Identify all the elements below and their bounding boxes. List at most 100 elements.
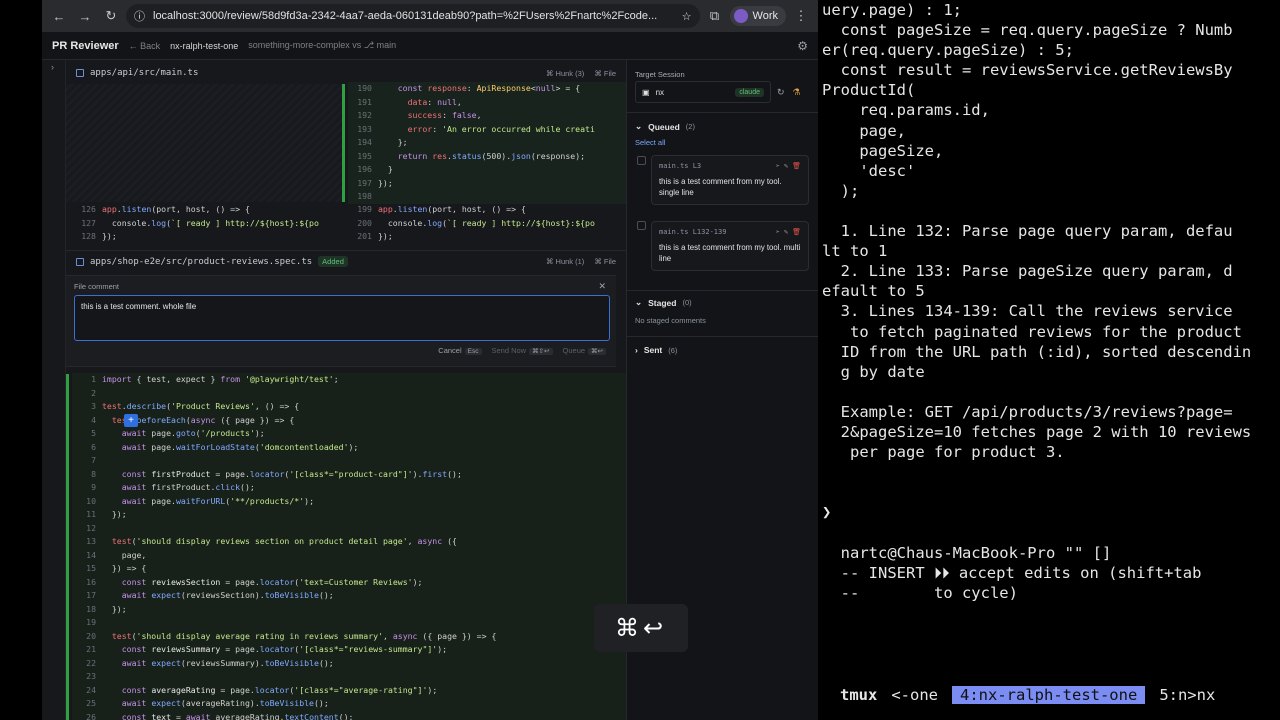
comment-text: this is a test comment from my tool. sin… (659, 177, 782, 197)
tmux-window-next[interactable]: 5:n>nx (1159, 686, 1215, 704)
session-tag: claude (735, 87, 764, 97)
queue-checkbox[interactable] (637, 221, 646, 230)
comment-label: File comment (74, 282, 120, 291)
file-path: apps/shop-e2e/src/product-reviews.spec.t… (90, 256, 313, 267)
file-icon (76, 257, 84, 266)
close-icon[interactable]: ✕ (598, 281, 606, 292)
terminal-line: 1. Line 132: Parse page query param, def… (822, 222, 1233, 241)
terminal-line: to fetch paginated reviews for the produ… (822, 322, 1242, 341)
sent-header[interactable]: › Sent (6) (635, 345, 677, 355)
compare-label: something-more-complex vs ⎇ main (248, 40, 397, 50)
terminal-line: efault to 5 (822, 282, 925, 301)
browser-window: ← → ↻ ⓘ localhost:3000/review/58d9fd3a-2… (42, 0, 818, 720)
forward-arrow-icon[interactable]: → (74, 5, 96, 27)
terminal-line: const pageSize = req.query.pageSize ? Nu… (822, 21, 1233, 40)
queue-checkbox[interactable] (637, 156, 646, 165)
file-icon (76, 69, 84, 77)
terminal[interactable]: uery.page) : 1; const pageSize = req.que… (818, 0, 1280, 720)
added-badge: Added (318, 256, 348, 267)
chevron-down-icon: ⌄ (635, 297, 643, 307)
hunk-button[interactable]: ⌘ Hunk (1) (546, 257, 584, 266)
hunk-button[interactable]: ⌘ Hunk (3) (546, 69, 584, 78)
edit-icon[interactable]: ✎ (784, 162, 788, 170)
file-comment-button[interactable]: ⌘ File (594, 257, 616, 266)
tmux-window-active[interactable]: 4:nx-ralph-test-one (952, 686, 1146, 704)
terminal-line: 2. Line 133: Parse pageSize query param,… (822, 262, 1233, 281)
back-arrow-icon[interactable]: ← (48, 5, 70, 27)
staged-header[interactable]: ⌄ Staged (0) (635, 297, 692, 308)
browser-toolbar: ← → ↻ ⓘ localhost:3000/review/58d9fd3a-2… (42, 0, 818, 32)
select-all-link[interactable]: Select all (635, 138, 665, 147)
added-marker (66, 374, 69, 720)
terminal-line: ); (822, 181, 860, 200)
branch-name: nx-ralph-test-one (170, 40, 239, 51)
file-comment-button[interactable]: ⌘ File (594, 69, 616, 78)
queue-button[interactable]: Queue ⌘↩ (563, 346, 606, 355)
terminal-line: lt to 1 (822, 242, 888, 261)
reload-icon[interactable]: ↻ (100, 5, 122, 27)
diff-code-new-context: 199 app.listen(port, host, () => { 200 co… (357, 204, 595, 241)
terminal-line: pageSize, (822, 141, 944, 160)
profile-label: Work (752, 10, 778, 22)
back-link[interactable]: ← Back (129, 41, 161, 51)
terminal-line: 3. Lines 134-139: Call the reviews servi… (822, 302, 1233, 321)
bookmark-star-icon[interactable]: ☆ (682, 10, 692, 23)
terminal-line: ProductId( (822, 81, 916, 100)
address-bar[interactable]: ⓘ localhost:3000/review/58d9fd3a-2342-4a… (126, 4, 700, 28)
terminal-line: Example: GET /api/products/3/reviews?pag… (822, 402, 1233, 421)
terminal-line: const result = reviewsService.getReviews… (822, 61, 1233, 80)
comment-textarea[interactable]: this is a test comment. whole file (74, 295, 610, 341)
terminal-icon: ▣ (642, 87, 650, 97)
added-marker (342, 84, 345, 202)
terminal-line: 'desc' (822, 161, 916, 180)
terminal-line: g by date (822, 362, 925, 381)
flask-icon[interactable]: ⚗ (793, 87, 801, 98)
cancel-button[interactable]: Cancel Esc (438, 346, 482, 355)
queued-comment-card: main.ts L3 ➢ ✎ 🗑 this is a test comment fro… (651, 155, 809, 205)
file-path: apps/api/src/main.ts (90, 68, 199, 78)
trash-icon[interactable]: 🗑 (792, 228, 801, 236)
terminal-line: -- to cycle) (822, 583, 1018, 602)
url-text: localhost:3000/review/58d9fd3a-2342-4aa7… (153, 10, 658, 22)
terminal-line: -- INSERT ⏵⏵ accept edits on (shift+tab (822, 563, 1202, 582)
extension-icon[interactable]: ⧉ (704, 5, 726, 27)
terminal-line: er(req.query.pageSize) : 5; (822, 41, 1074, 60)
file-comment-box: File comment ✕ this is a test comment. w… (66, 275, 616, 367)
edit-icon[interactable]: ✎ (784, 228, 788, 236)
send-icon[interactable]: ➢ (776, 162, 780, 170)
diff-code-old-context: 126 app.listen(port, host, () => { 127 co… (81, 204, 319, 241)
refresh-icon[interactable]: ↻ (777, 87, 785, 98)
trash-icon[interactable]: 🗑 (792, 162, 801, 170)
keyboard-shortcut-overlay: ⌘↩ (594, 604, 688, 652)
file-tree-gutter: › (42, 60, 66, 720)
app-header: PR Reviewer ← Back nx-ralph-test-one som… (42, 32, 818, 60)
terminal-line: per page for product 3. (822, 443, 1065, 462)
profile-button[interactable]: Work (729, 6, 786, 26)
gear-icon[interactable]: ⚙ (797, 39, 808, 53)
queued-header[interactable]: ⌄ Queued (2) (635, 121, 695, 132)
add-comment-button[interactable]: + (124, 414, 138, 427)
send-now-button[interactable]: Send Now ⌘⇧↩ (492, 346, 553, 355)
site-info-icon[interactable]: ⓘ (134, 8, 145, 24)
tmux-window-prev[interactable]: <-one (891, 686, 938, 704)
target-session-label: Target Session (635, 70, 685, 79)
comment-location: main.ts L132-139 (659, 228, 727, 236)
avatar (733, 9, 748, 23)
chevron-right-icon: › (635, 345, 638, 355)
divider (627, 290, 818, 291)
queued-comment-card: main.ts L132-139 ➢ ✎ 🗑 this is a test comme… (651, 221, 809, 271)
chevron-right-icon[interactable]: › (51, 62, 54, 72)
terminal-line: page, (822, 121, 906, 140)
menu-icon[interactable]: ⋮ (790, 5, 812, 27)
send-icon[interactable]: ➢ (776, 228, 780, 236)
session-select[interactable]: ▣ nx claude (635, 81, 771, 103)
comment-text: this is a test comment from my tool. mul… (659, 243, 801, 263)
new-file-code: 1 import { test, expect } from '@playwrig… (72, 373, 626, 720)
tmux-label: tmux (840, 686, 878, 704)
diff-code-new: 190 const response: ApiResponse<null> = … (348, 82, 626, 204)
empty-old-side (66, 84, 342, 202)
empty-staged-text: No staged comments (635, 316, 706, 325)
